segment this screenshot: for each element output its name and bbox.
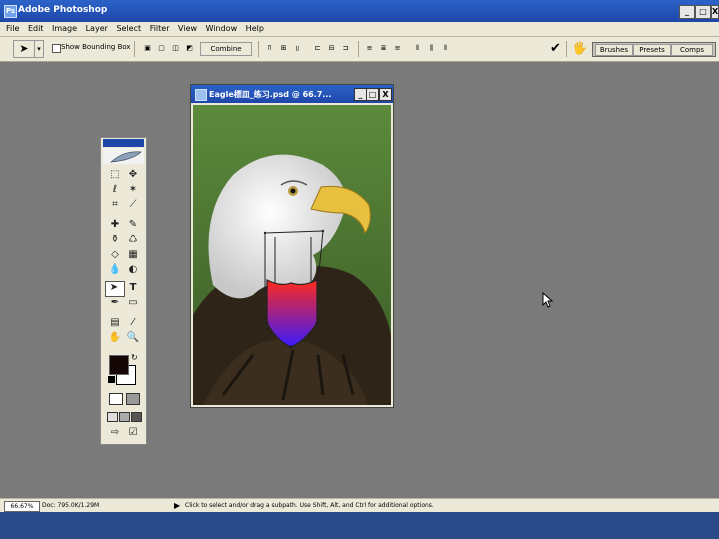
menu-view[interactable]: View (178, 24, 197, 33)
distribute-top-icon[interactable]: ≡ (364, 42, 375, 53)
add-shape-area-icon[interactable]: ▣ (142, 42, 153, 53)
divider (134, 41, 135, 57)
commit-checkmark-icon[interactable]: ✔ (550, 41, 561, 56)
tab-comps[interactable]: Comps (671, 44, 713, 56)
dodge-icon[interactable]: ◐ (125, 263, 141, 277)
swap-colors-icon[interactable]: ↻ (131, 353, 138, 362)
notes-icon[interactable]: ▤ (107, 316, 123, 330)
foreground-color-swatch[interactable] (109, 355, 129, 375)
eyedropper-icon[interactable]: ⁄ (125, 316, 141, 330)
menu-edit[interactable]: Edit (28, 24, 44, 33)
lasso-icon[interactable]: ℓ (107, 183, 123, 197)
distribute-right-icon[interactable]: ⦀ (440, 42, 451, 53)
document-icon (195, 89, 207, 101)
feather-logo-icon[interactable] (103, 148, 144, 164)
taskbar-background (0, 512, 719, 539)
show-bounding-box-checkbox[interactable] (52, 44, 61, 53)
jump-to-imageready-icon[interactable]: ⇨ (107, 426, 123, 440)
app-title: Adobe Photoshop (18, 5, 108, 15)
full-screen-mode-icon[interactable] (131, 412, 142, 422)
pen-icon[interactable]: ✒ (107, 296, 123, 310)
document-maximize-button[interactable]: □ (366, 88, 379, 101)
path-selection-icon[interactable]: ➤ (106, 281, 122, 295)
full-screen-menu-mode-icon[interactable] (119, 412, 130, 422)
status-menu-arrow-icon[interactable]: ▶ (174, 501, 180, 510)
marquee-icon[interactable]: ⬚ (107, 168, 123, 182)
menu-image[interactable]: Image (52, 24, 77, 33)
document-titlebar[interactable]: Eagle標皿_练习.psd @ 66.7... _ □ X (191, 85, 393, 103)
maximize-button[interactable]: □ (695, 5, 711, 19)
document-close-button[interactable]: X (379, 88, 392, 101)
combine-button[interactable]: Combine (200, 42, 252, 56)
edit-in-imageready-icon[interactable]: ☑ (125, 426, 141, 440)
status-bar: 66.67% Doc: 795.0K/1.29M ▶ Click to sele… (0, 498, 719, 513)
document-size-readout: Doc: 795.0K/1.29M (42, 502, 100, 509)
align-hcenter-icon[interactable]: ⊟ (326, 42, 337, 53)
standard-mode-icon[interactable] (109, 393, 123, 405)
clone-stamp-icon[interactable]: ⚱ (107, 233, 123, 247)
palette-well: Brushes Presets Comps (592, 42, 716, 57)
magic-wand-icon[interactable]: ✶ (125, 183, 141, 197)
default-colors-icon[interactable] (108, 376, 115, 383)
close-button[interactable]: X (711, 5, 719, 19)
tool-preset-picker-icon[interactable]: ➤ (13, 40, 35, 58)
toolbox: ⬚ ✥ ℓ ✶ ⌗ ⟋ ✚ ✎ ⚱ ♺ ◇ ▦ 💧 ◐ ➤ T ✒ ▭ ▤ ⁄ … (100, 137, 147, 445)
align-top-icon[interactable]: ⫪ (264, 42, 275, 53)
divider (258, 41, 259, 57)
shape-icon[interactable]: ▭ (125, 296, 141, 310)
zoom-level-field[interactable]: 66.67% (4, 501, 40, 512)
distribute-hcenter-icon[interactable]: ⫼ (426, 42, 437, 53)
chevron-down-icon[interactable]: ▾ (34, 40, 44, 58)
menu-select[interactable]: Select (116, 24, 141, 33)
menu-help[interactable]: Help (246, 24, 264, 33)
gradient-icon[interactable]: ▦ (125, 248, 141, 262)
menu-filter[interactable]: Filter (150, 24, 170, 33)
photoshop-app-icon: Ps (4, 5, 17, 18)
file-browser-icon[interactable]: 🖐 (572, 41, 587, 55)
crop-icon[interactable]: ⌗ (107, 198, 123, 212)
eraser-icon[interactable]: ◇ (107, 248, 123, 262)
eagle-image-canvas[interactable] (193, 105, 391, 405)
blur-icon[interactable]: 💧 (107, 263, 123, 277)
align-vcenter-icon[interactable]: ⊞ (278, 42, 289, 53)
distribute-left-icon[interactable]: ⦀ (412, 42, 423, 53)
options-bar: ➤ ▾ Show Bounding Box ▣ ▢ ◫ ◩ Combine ⫪ … (0, 37, 719, 62)
app-titlebar: Ps Adobe Photoshop _ □ X (0, 0, 719, 22)
healing-brush-icon[interactable]: ✚ (107, 218, 123, 232)
tab-presets[interactable]: Presets (633, 44, 671, 56)
document-title: Eagle標皿_练习.psd @ 66.7... (209, 90, 332, 99)
align-bottom-icon[interactable]: ⫫ (292, 42, 303, 53)
menu-bar: File Edit Image Layer Select Filter View… (0, 22, 719, 37)
status-hint: Click to select and/or drag a subpath. U… (185, 502, 434, 509)
divider (566, 41, 567, 57)
menu-layer[interactable]: Layer (86, 24, 108, 33)
document-window: Eagle標皿_练习.psd @ 66.7... _ □ X (190, 84, 394, 408)
show-bounding-box-label: Show Bounding Box (61, 43, 131, 51)
menu-file[interactable]: File (6, 24, 19, 33)
align-right-icon[interactable]: ⊐ (340, 42, 351, 53)
standard-screen-mode-icon[interactable] (107, 412, 118, 422)
zoom-icon[interactable]: 🔍 (125, 331, 141, 345)
distribute-bottom-icon[interactable]: ≡ (392, 42, 403, 53)
exclude-overlap-icon[interactable]: ◩ (184, 42, 195, 53)
mouse-cursor-icon (542, 292, 554, 308)
hand-icon[interactable]: ✋ (107, 331, 123, 345)
history-brush-icon[interactable]: ♺ (125, 233, 141, 247)
intersect-shape-area-icon[interactable]: ◫ (170, 42, 181, 53)
move-icon[interactable]: ✥ (125, 168, 141, 182)
menu-window[interactable]: Window (206, 24, 238, 33)
brush-icon[interactable]: ✎ (125, 218, 141, 232)
quick-mask-mode-icon[interactable] (126, 393, 140, 405)
align-left-icon[interactable]: ⊏ (312, 42, 323, 53)
distribute-vcenter-icon[interactable]: ≣ (378, 42, 389, 53)
slice-icon[interactable]: ⟋ (125, 198, 141, 212)
minimize-button[interactable]: _ (679, 5, 695, 19)
tab-brushes[interactable]: Brushes (595, 44, 633, 56)
type-icon[interactable]: T (125, 281, 141, 295)
toolbox-titlebar[interactable] (103, 139, 144, 147)
divider (358, 41, 359, 57)
subtract-shape-area-icon[interactable]: ▢ (156, 42, 167, 53)
